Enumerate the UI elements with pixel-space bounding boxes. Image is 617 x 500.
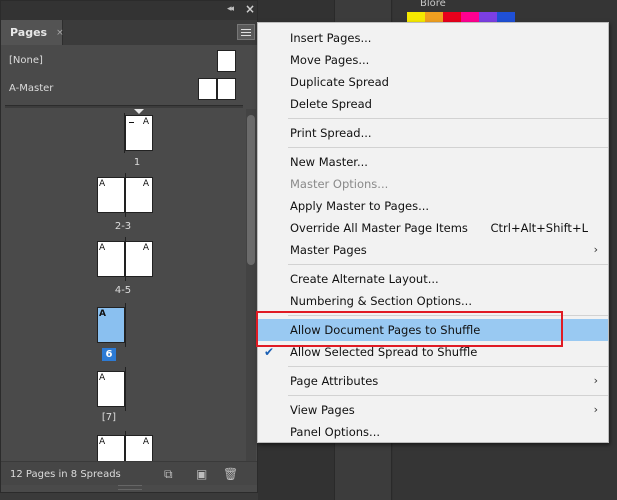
trash-icon[interactable]: 🗑 [223,467,238,481]
panel-divider[interactable] [5,105,243,108]
close-panel-icon[interactable]: × [245,2,255,16]
page-insert-arrow-icon [134,109,144,114]
panel-resize-grip[interactable] [118,485,142,490]
master-item-none[interactable]: [None] [9,47,239,73]
chevron-right-icon: › [593,403,598,416]
chevron-right-icon: › [593,243,598,256]
menu-item-delete-spread[interactable]: Delete Spread [258,93,608,115]
menu-item-apply-master[interactable]: Apply Master to Pages... [258,195,608,217]
master-thumbnail-a-right[interactable] [217,78,236,100]
page-count-status: 12 Pages in 8 Spreads [10,469,121,480]
page-thumbnail-1[interactable]: A [125,115,153,151]
new-page-icon[interactable]: ▣ [196,467,207,481]
menu-item-master-pages[interactable]: Master Pages › [258,239,608,261]
page-label-4-5: 4-5 [114,285,132,296]
menu-item-page-attributes[interactable]: Page Attributes › [258,370,608,392]
pages-panel-menu: Insert Pages... Move Pages... Duplicate … [257,22,609,443]
menu-separator [288,118,608,119]
pages-panel: ◂◂ × Pages × [None] A-Master A 1 A A 2-3… [0,0,258,493]
master-marker: A [99,243,106,253]
page-thumbnail-8[interactable]: A [97,435,125,461]
menu-item-master-options: Master Options... [290,177,389,191]
page-thumbnail-9[interactable]: A [125,435,153,461]
menu-item-print-spread[interactable]: Print Spread... [258,122,608,144]
master-label: A-Master [9,82,54,94]
page-label-2-3: 2-3 [114,221,132,232]
tab-pages-label: Pages [10,26,48,39]
menu-item-panel-options[interactable]: Panel Options... [258,421,608,443]
master-marker: A [99,179,106,189]
page-thumbnail-5[interactable]: A [125,241,153,277]
master-thumbnail-a-left[interactable] [198,78,217,100]
menu-separator [288,366,608,367]
master-marker: A [99,437,106,447]
scrollbar-thumb[interactable] [247,115,255,265]
menu-item-allow-spread-shuffle[interactable]: ✔ Allow Selected Spread to Shuffle [258,341,608,363]
swatches-panel-title: Blore [420,0,446,9]
menu-item-insert-pages[interactable]: Insert Pages... [258,27,608,49]
page-thumbnail-4[interactable]: A [97,241,125,277]
master-thumbnail-none[interactable] [217,50,236,72]
page-thumbnail-3[interactable]: A [125,177,153,213]
menu-separator [288,315,608,316]
page-thumbnail-7[interactable]: A [97,371,125,407]
page-thumbnail-2[interactable]: A [97,177,125,213]
checkmark-icon: ✔ [264,345,275,359]
master-marker: A [142,437,149,447]
menu-item-view-pages[interactable]: View Pages › [258,399,608,421]
page-label-1: 1 [133,157,141,168]
page-thumbnail-6[interactable]: A [97,307,125,343]
menu-item-new-master[interactable]: New Master... [258,151,608,173]
menu-item-duplicate-spread[interactable]: Duplicate Spread [258,71,608,93]
menu-separator [288,395,608,396]
menu-separator [288,147,608,148]
menu-item-numbering-section[interactable]: Numbering & Section Options... [258,290,608,312]
panel-tab-strip: Pages × [1,20,257,45]
master-marker: A [99,373,106,383]
panel-footer: 12 Pages in 8 Spreads ⧉ ▣ 🗑 [1,461,257,485]
master-marker: A [142,243,149,253]
menu-item-create-alternate-layout[interactable]: Create Alternate Layout... [258,268,608,290]
panel-menu-button[interactable] [237,24,255,40]
pages-list: A 1 A A 2-3 A A 4-5 A 6 A [7] A A [5,109,245,461]
pages-scrollbar[interactable] [246,109,256,461]
menu-separator [288,264,608,265]
page-label-7: [7] [101,412,117,423]
master-marker: A [142,117,149,127]
menu-item-override-master-items[interactable]: Override All Master Page Items Ctrl+Alt+… [258,217,608,239]
tab-pages[interactable]: Pages × [1,20,64,45]
masters-section: [None] A-Master [1,45,257,103]
master-marker: A [99,309,106,319]
collapse-panel-icon[interactable]: ◂◂ [227,4,234,14]
edit-page-size-icon[interactable]: ⧉ [164,467,173,482]
hamburger-icon [241,28,251,30]
master-marker: A [142,179,149,189]
chevron-right-icon: › [593,374,598,387]
menu-item-move-pages[interactable]: Move Pages... [258,49,608,71]
shortcut-text: Ctrl+Alt+Shift+L [490,221,589,235]
tab-close-icon[interactable]: × [56,28,64,38]
master-label: [None] [9,54,43,66]
page-label-6: 6 [102,348,116,361]
panel-title-bar: ◂◂ × [1,1,257,20]
menu-item-allow-document-shuffle[interactable]: Allow Document Pages to Shuffle [258,319,608,341]
